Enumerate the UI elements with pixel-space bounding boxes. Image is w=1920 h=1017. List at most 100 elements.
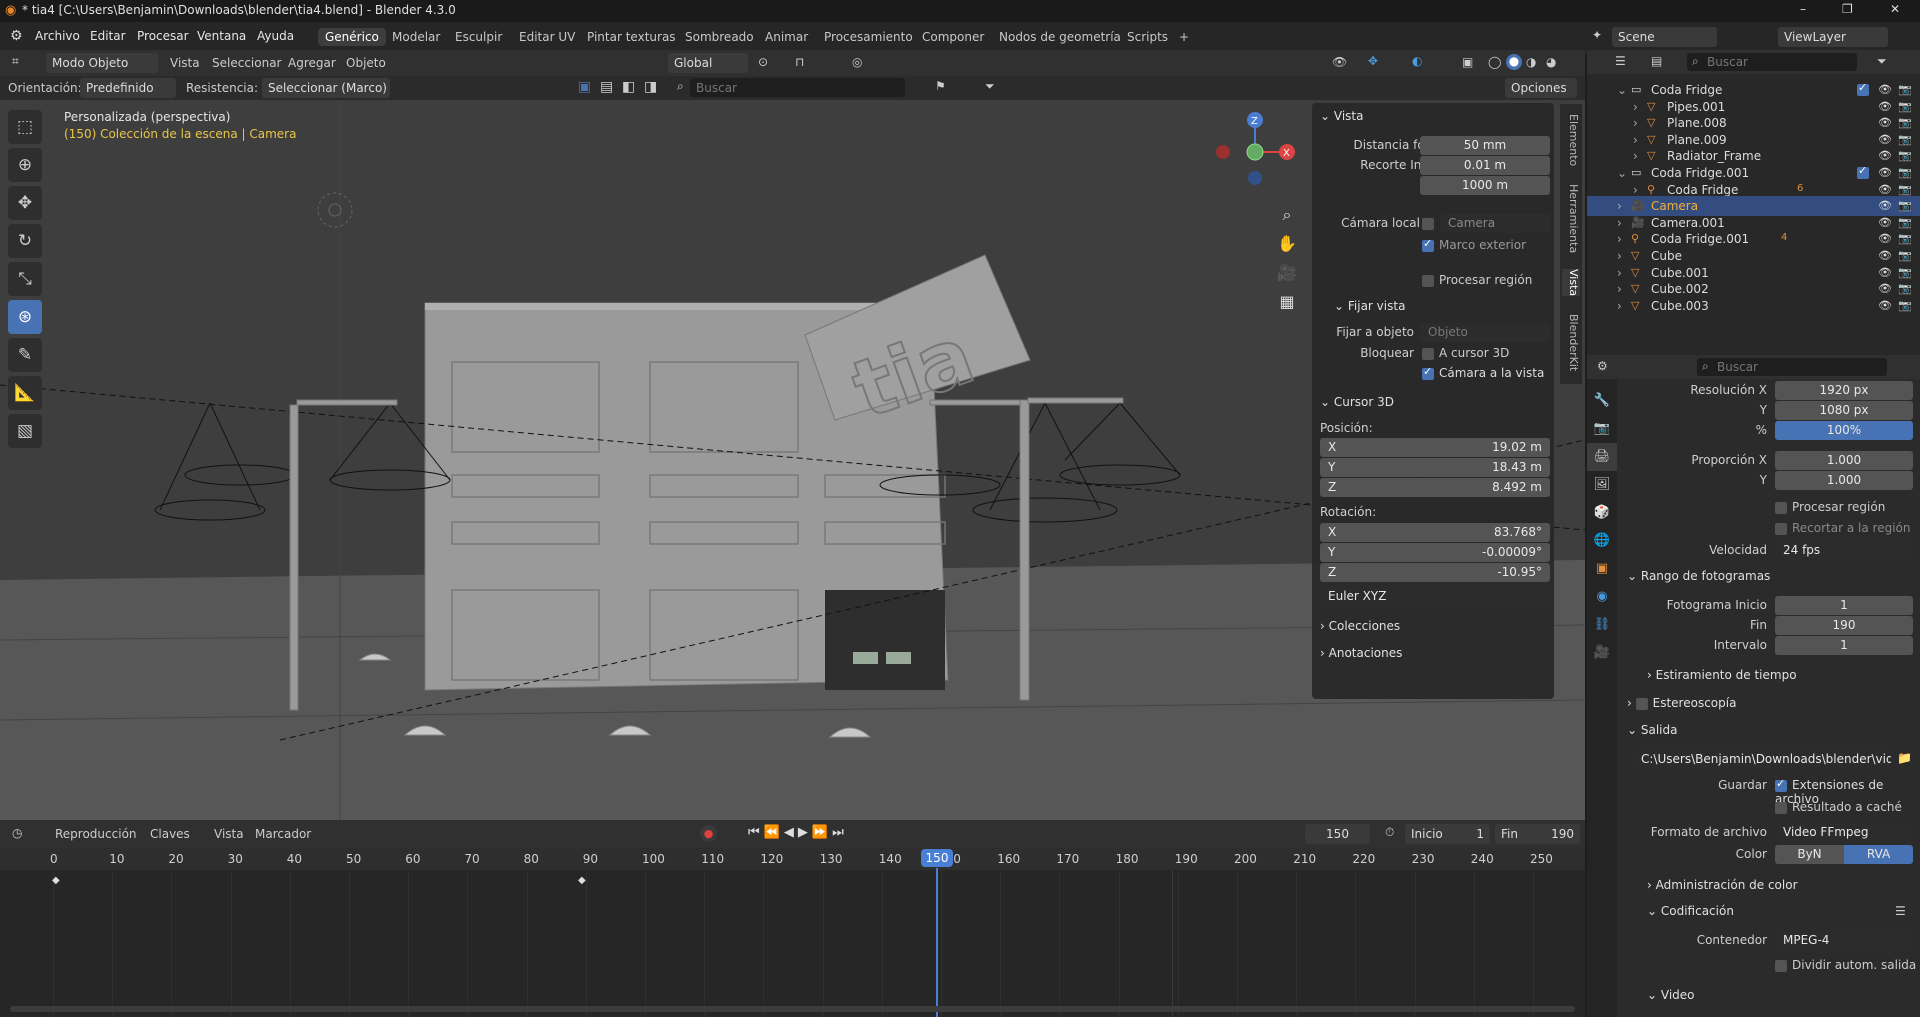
add-workspace-button[interactable]: + bbox=[1172, 28, 1196, 46]
menu-agregar[interactable]: Agregar bbox=[288, 56, 336, 70]
playback-controls[interactable]: ⏮⏪◀▶⏩⏭ bbox=[748, 825, 848, 840]
render-camera-icon[interactable]: 📷 bbox=[1898, 216, 1912, 229]
frame-end-field[interactable]: 190 bbox=[1775, 616, 1913, 635]
snap-icon[interactable]: ⊓ bbox=[795, 55, 804, 69]
tool-tab-icon[interactable]: 🔧 bbox=[1587, 387, 1617, 415]
render-camera-icon[interactable]: 📷 bbox=[1898, 282, 1912, 295]
file-format-select[interactable]: Video FFmpeg bbox=[1775, 823, 1913, 842]
render-camera-icon[interactable]: 📷 bbox=[1898, 199, 1912, 212]
gizmo-toggle-icon[interactable]: ✥ bbox=[1368, 54, 1378, 68]
encoding-panel[interactable]: ⌄ Codificación bbox=[1647, 904, 1734, 918]
render-camera-icon[interactable]: 📷 bbox=[1898, 100, 1912, 113]
annotate-tool-icon[interactable]: ✎ bbox=[8, 338, 42, 372]
cursor-pos-y[interactable]: Y 18.43 m bbox=[1320, 458, 1550, 477]
select-box-icon[interactable]: ▣ bbox=[578, 79, 591, 95]
select-subtract-icon[interactable]: ◧ bbox=[622, 79, 635, 95]
res-x-field[interactable]: 1920 px bbox=[1775, 381, 1913, 400]
color-rgb-button[interactable]: RVA bbox=[1844, 845, 1913, 864]
filter-icon[interactable]: ⏷ bbox=[985, 79, 995, 94]
blender-menu-icon[interactable]: ⚙ bbox=[10, 28, 23, 44]
rotation-mode-select[interactable]: Euler XYZ bbox=[1320, 587, 1550, 606]
rotate-tool-icon[interactable]: ↻ bbox=[8, 224, 42, 258]
world-tab-icon[interactable]: 🌐 bbox=[1587, 527, 1617, 555]
menu-ayuda[interactable]: Ayuda bbox=[257, 29, 294, 43]
timeline[interactable]: 0 10 20 30 40 50 60 70 80 90 100 110 120 130 140 150 160… bbox=[0, 848, 1585, 1017]
expand-chevron-icon[interactable]: › bbox=[1633, 116, 1638, 130]
render-camera-icon[interactable]: 📷 bbox=[1898, 299, 1912, 312]
eye-icon[interactable]: 👁 bbox=[1878, 166, 1892, 179]
render-camera-icon[interactable]: 📷 bbox=[1898, 149, 1912, 162]
record-icon[interactable]: ● bbox=[700, 825, 717, 842]
local-camera-field[interactable]: Camera bbox=[1440, 214, 1550, 233]
frame-range-panel[interactable]: ⌄ Rango de fotogramas bbox=[1627, 569, 1770, 583]
object-tab-icon[interactable]: ▣ bbox=[1587, 555, 1617, 583]
menu-vista[interactable]: Vista bbox=[170, 56, 200, 70]
physics-tab-icon[interactable]: ◉ bbox=[1587, 583, 1617, 611]
maximize-button[interactable]: ❐ bbox=[1842, 2, 1853, 16]
clip-start-field[interactable]: 0.01 m bbox=[1420, 156, 1550, 175]
tab-sombreado[interactable]: Sombreado bbox=[678, 28, 761, 46]
eye-icon[interactable]: 👁 bbox=[1878, 299, 1892, 312]
cache-result-checkbox[interactable]: Resultado a caché bbox=[1775, 800, 1902, 814]
timeline-editor-icon[interactable]: ◷ bbox=[12, 826, 22, 840]
render-camera-icon[interactable]: 📷 bbox=[1898, 83, 1912, 96]
solid-shading-icon[interactable]: ● bbox=[1506, 54, 1522, 70]
frame-step-field[interactable]: 1 bbox=[1775, 636, 1913, 655]
eye-icon[interactable]: 👁 bbox=[1878, 183, 1892, 196]
output-tab-icon[interactable]: 🖨 bbox=[1587, 443, 1617, 471]
timeline-scrollbar[interactable] bbox=[10, 1006, 1575, 1012]
render-camera-icon[interactable]: 📷 bbox=[1898, 133, 1912, 146]
bookmark-icon[interactable]: ⚑ bbox=[935, 79, 946, 93]
cursor-tool-icon[interactable]: ⊕ bbox=[8, 148, 42, 182]
orientation-selector[interactable]: Predefinido bbox=[80, 78, 176, 98]
transform-tool-icon[interactable]: ⊛ bbox=[8, 300, 42, 334]
menu-reproduccion[interactable]: Reproducción bbox=[55, 827, 137, 841]
eye-icon[interactable]: 👁 bbox=[1878, 83, 1892, 96]
menu-claves[interactable]: Claves bbox=[150, 827, 190, 841]
time-stretch-panel[interactable]: › Estiramiento de tiempo bbox=[1647, 668, 1797, 682]
select-tool-icon[interactable]: ⬚ bbox=[8, 110, 42, 144]
lock-object-field[interactable]: Objeto bbox=[1420, 323, 1550, 342]
folder-icon[interactable]: 📁 bbox=[1897, 751, 1912, 765]
view-layer-selector[interactable]: ViewLayer bbox=[1778, 27, 1888, 47]
menu-procesar[interactable]: Procesar bbox=[137, 29, 189, 43]
menu-archivo[interactable]: Archivo bbox=[35, 29, 80, 43]
select-extend-icon[interactable]: ▤ bbox=[600, 79, 613, 95]
tab-generico[interactable]: Genérico bbox=[318, 28, 386, 46]
output-path-field[interactable]: C:\Users\Benjamin\Downloads\blender\vid.… bbox=[1633, 750, 1891, 769]
expand-chevron-icon[interactable]: › bbox=[1617, 199, 1622, 213]
expand-chevron-icon[interactable]: › bbox=[1617, 216, 1622, 230]
render-camera-icon[interactable]: 📷 bbox=[1898, 232, 1912, 245]
autosplit-checkbox[interactable]: Dividir autom. salida bbox=[1775, 958, 1916, 972]
expand-chevron-icon[interactable]: › bbox=[1633, 149, 1638, 163]
select-invert-icon[interactable]: ◨ bbox=[644, 79, 657, 95]
eye-icon[interactable]: 👁 bbox=[1878, 232, 1892, 245]
xray-icon[interactable]: ▣ bbox=[1462, 55, 1473, 69]
eye-icon[interactable]: 👁 bbox=[1878, 249, 1892, 262]
expand-chevron-icon[interactable]: › bbox=[1617, 282, 1622, 296]
tab-procesamiento[interactable]: Procesamiento bbox=[817, 28, 920, 46]
render-camera-icon[interactable]: 📷 bbox=[1898, 166, 1912, 179]
expand-chevron-icon[interactable]: ⌄ bbox=[1617, 166, 1627, 180]
wireframe-shading-icon[interactable]: ◯ bbox=[1488, 55, 1501, 69]
local-camera-checkbox[interactable] bbox=[1422, 216, 1439, 230]
eye-icon[interactable]: 👁 bbox=[1878, 216, 1892, 229]
keyframe-marker[interactable]: ◆ bbox=[578, 875, 586, 886]
eye-icon[interactable]: 👁 bbox=[1878, 133, 1892, 146]
scene-selector[interactable]: Scene bbox=[1612, 27, 1717, 47]
expand-chevron-icon[interactable]: › bbox=[1617, 249, 1622, 263]
close-button[interactable]: ✕ bbox=[1890, 2, 1900, 16]
playhead-frame-label[interactable]: 150 bbox=[921, 849, 953, 867]
tab-editar-uv[interactable]: Editar UV bbox=[512, 28, 582, 46]
eye-icon[interactable]: 👁 bbox=[1878, 266, 1892, 279]
clip-end-field[interactable]: 1000 m bbox=[1420, 176, 1550, 195]
annotations-panel[interactable]: › Anotaciones bbox=[1320, 646, 1402, 660]
eye-icon[interactable]: 👁 bbox=[1878, 149, 1892, 162]
data-tab-icon[interactable]: 🎥 bbox=[1587, 639, 1617, 667]
tab-animar[interactable]: Animar bbox=[758, 28, 815, 46]
zoom-icon[interactable]: ⌕ bbox=[1275, 200, 1299, 229]
render-camera-icon[interactable]: 📷 bbox=[1898, 183, 1912, 196]
tab-scripts[interactable]: Scripts bbox=[1120, 28, 1175, 46]
cursor-pos-x[interactable]: X 19.02 m bbox=[1320, 438, 1550, 457]
render-region-checkbox[interactable]: Procesar región bbox=[1422, 273, 1532, 287]
